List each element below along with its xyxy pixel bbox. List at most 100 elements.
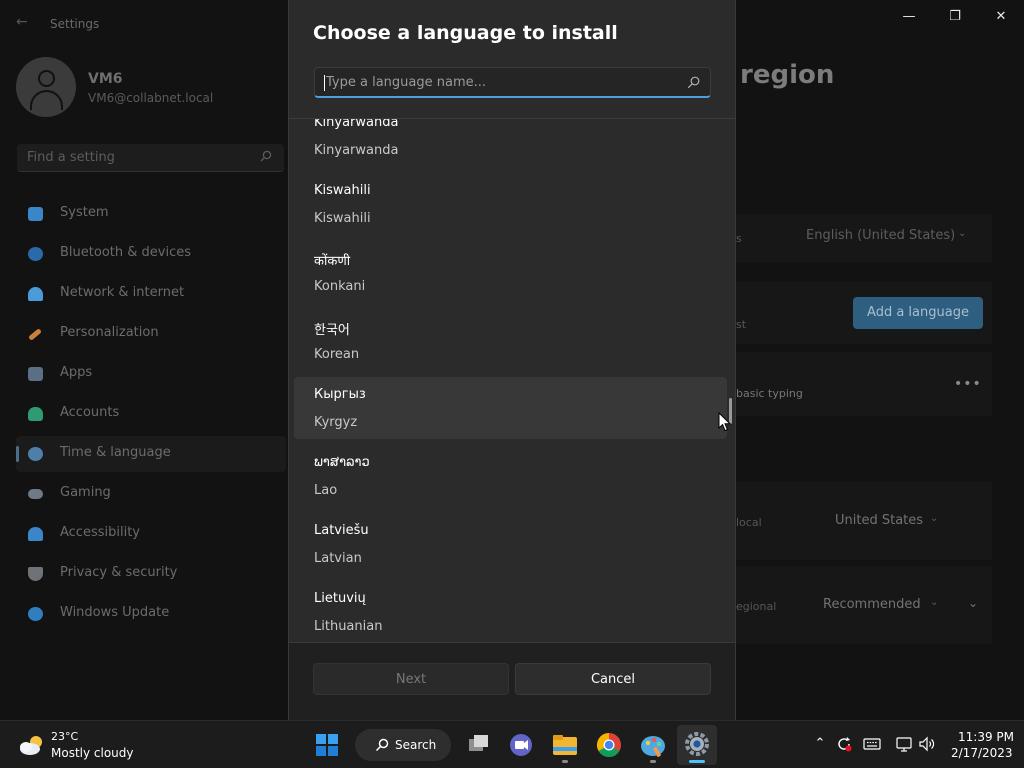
language-english-name: Kinyarwanda [314, 143, 399, 158]
sync-icon[interactable] [835, 735, 853, 753]
chevron-down-icon: ⌄ [930, 513, 939, 524]
controller-icon [28, 489, 43, 499]
country-dropdown[interactable]: United States [835, 513, 923, 528]
sidebar-item-label: Bluetooth & devices [60, 245, 191, 260]
chevron-down-icon: ⌄ [930, 597, 939, 608]
file-explorer-icon [553, 735, 577, 755]
monitor-icon [28, 207, 43, 221]
volume-icon[interactable] [918, 735, 936, 753]
cancel-button[interactable]: Cancel [515, 663, 711, 695]
next-button[interactable]: Next [313, 663, 509, 695]
sidebar-item-label: Accounts [60, 405, 120, 420]
sidebar-item-privacy[interactable]: Privacy & security [16, 556, 286, 592]
page-title: region [740, 60, 835, 90]
partly-cloudy-icon[interactable] [18, 733, 46, 757]
regional-format-dropdown[interactable]: Recommended [823, 597, 921, 612]
sidebar-item-bluetooth[interactable]: Bluetooth & devices [16, 236, 286, 272]
sidebar-item-windows-update[interactable]: Windows Update [16, 596, 286, 632]
settings-taskbar-button[interactable] [677, 725, 717, 765]
language-features-text: basic typing [736, 387, 803, 400]
list-item[interactable]: Lietuvių Lithuanian [294, 581, 727, 642]
close-icon[interactable]: ✕ [986, 8, 1016, 26]
minimize-icon[interactable]: — [894, 8, 924, 26]
paint-icon [641, 736, 665, 757]
language-native-name: Kiswahili [314, 183, 371, 198]
active-indicator [689, 760, 705, 763]
language-native-name: कोंकणी [314, 254, 351, 269]
selection-indicator [16, 446, 19, 462]
sidebar-item-label: Windows Update [60, 605, 170, 620]
sidebar-item-label: Time & language [60, 445, 171, 460]
clock-date[interactable]: 2/17/2023 [951, 746, 1013, 760]
file-explorer-button[interactable] [545, 725, 585, 765]
expand-chevron-icon[interactable]: ⌄ [968, 596, 978, 610]
sidebar-item-label: Apps [60, 365, 93, 380]
paint-button[interactable] [633, 725, 673, 765]
start-button[interactable] [307, 725, 347, 765]
dialog-footer: Next Cancel [289, 642, 735, 720]
sidebar-item-system[interactable]: System [16, 196, 286, 232]
sidebar-item-accounts[interactable]: Accounts [16, 396, 286, 432]
display-language-label-fragment: s [736, 232, 742, 245]
avatar[interactable] [16, 57, 76, 117]
language-native-name: Kinyarwanda [314, 119, 399, 130]
choose-language-dialog: Choose a language to install Type a lang… [288, 0, 736, 720]
network-icon[interactable] [895, 735, 913, 753]
sidebar-item-accessibility[interactable]: Accessibility [16, 516, 286, 552]
avatar-head-shape [38, 70, 55, 87]
taskbar-search-button[interactable]: Search [355, 729, 451, 761]
country-label-fragment: local [736, 516, 762, 529]
brush-icon [28, 328, 42, 341]
language-english-name: Kyrgyz [314, 415, 358, 430]
sidebar-item-network[interactable]: Network & internet [16, 276, 286, 312]
restore-icon[interactable]: ❐ [940, 8, 970, 26]
sidebar-item-gaming[interactable]: Gaming [16, 476, 286, 512]
weather-temperature: 23°C [51, 730, 79, 743]
back-arrow-icon[interactable]: ← [16, 14, 32, 30]
keyboard-icon[interactable] [863, 735, 881, 753]
sidebar-item-label: Privacy & security [60, 565, 178, 580]
language-list[interactable]: Kinyarwanda Kinyarwanda Kiswahili Kiswah… [289, 119, 735, 642]
language-native-name: ພາສາລາວ [314, 455, 370, 470]
settings-icon [685, 732, 709, 756]
accessibility-icon [28, 527, 43, 541]
add-language-button[interactable]: Add a language [853, 297, 983, 329]
sidebar-item-personalization[interactable]: Personalization [16, 316, 286, 352]
language-english-name: Latvian [314, 551, 362, 566]
language-native-name: Кыргыз [314, 387, 366, 402]
task-view-button[interactable] [458, 725, 498, 765]
language-native-name: Latviešu [314, 523, 369, 538]
desktop-screen: ← Settings — ❐ ✕ VM6 VM6@collabnet.local… [0, 0, 1024, 768]
task-view-icon [469, 735, 488, 751]
text-caret [324, 75, 325, 91]
chrome-button[interactable] [589, 725, 629, 765]
list-item[interactable]: कोंकणी Konkani [294, 241, 727, 303]
clock-time[interactable]: 11:39 PM [958, 730, 1014, 744]
list-item[interactable]: 한국어 Korean [294, 309, 727, 371]
list-item-hovered[interactable]: Кыргыз Kyrgyz [294, 377, 727, 439]
sidebar-item-time-language[interactable]: Time & language [16, 436, 286, 472]
list-item[interactable]: Kiswahili Kiswahili [294, 173, 727, 235]
more-options-icon[interactable]: ••• [954, 376, 982, 392]
sidebar-item-label: Personalization [60, 325, 159, 340]
taskbar: 23°C Mostly cloudy Search ⌃ 11:39 PM 2/1… [0, 720, 1024, 768]
chrome-icon [596, 733, 621, 758]
language-native-name: 한국어 [314, 323, 350, 338]
wifi-icon [28, 287, 43, 301]
language-search-input[interactable]: Type a language name... [314, 67, 711, 98]
teams-chat-button[interactable] [501, 725, 541, 765]
list-item[interactable]: ພາສາລາວ Lao [294, 445, 727, 507]
list-item[interactable]: Kinyarwanda Kinyarwanda [294, 119, 727, 167]
find-setting-input[interactable]: Find a setting [17, 144, 284, 172]
teams-chat-icon [510, 734, 532, 756]
chevron-up-icon[interactable]: ⌃ [811, 735, 829, 753]
chevron-down-icon: ⌄ [958, 228, 967, 239]
sidebar-item-label: System [60, 205, 109, 220]
sidebar-item-apps[interactable]: Apps [16, 356, 286, 392]
profile-name: VM6 [88, 71, 123, 87]
app-title: Settings [50, 17, 100, 31]
shield-icon [28, 567, 43, 581]
display-language-dropdown[interactable]: English (United States) [806, 228, 955, 243]
list-item[interactable]: Latviešu Latvian [294, 513, 727, 575]
apps-icon [28, 367, 43, 381]
